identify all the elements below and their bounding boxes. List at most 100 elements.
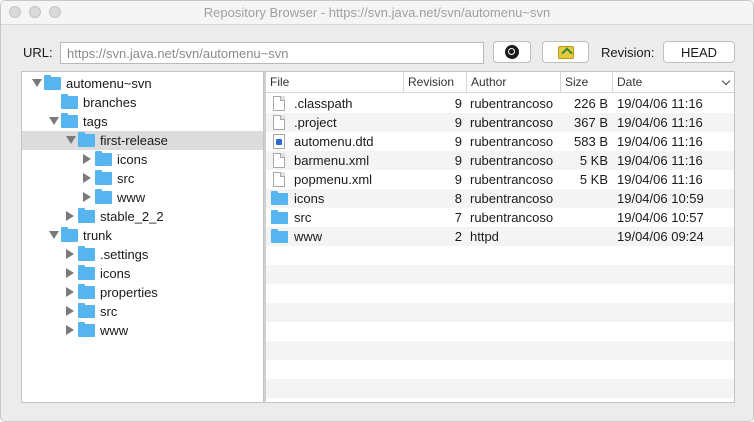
empty-row	[266, 379, 734, 398]
file-revision: 9	[454, 153, 462, 168]
file-author: rubentrancoso	[470, 210, 554, 225]
tree-item[interactable]: src	[22, 302, 263, 321]
file-row[interactable]: www 2 httpd 19/04/06 09:24	[266, 227, 734, 246]
disclosure-expanded-icon[interactable]	[66, 136, 76, 144]
empty-row	[266, 265, 734, 284]
tree-item-label: branches	[83, 95, 137, 110]
tree-item[interactable]: tags	[22, 112, 263, 131]
column-header-revision[interactable]: Revision	[404, 72, 467, 93]
disclosure-collapsed-icon[interactable]	[83, 192, 91, 202]
disclosure-collapsed-icon[interactable]	[66, 249, 74, 259]
column-header-date-label: Date	[617, 75, 643, 89]
file-name: src	[294, 210, 312, 225]
minimize-window-button[interactable]	[29, 6, 41, 18]
search-button[interactable]	[493, 41, 531, 63]
file-date: 19/04/06 09:24	[617, 229, 704, 244]
file-row[interactable]: automenu.dtd 9 rubentrancoso 583 B 19/04/06 …	[266, 132, 734, 151]
column-header-file[interactable]: File	[266, 72, 404, 93]
close-window-button[interactable]	[9, 6, 21, 18]
document-icon	[273, 172, 285, 187]
file-row[interactable]: .project 9 rubentrancoso 367 B 19/04/06 11:1…	[266, 113, 734, 132]
url-input[interactable]	[60, 42, 484, 64]
disclosure-collapsed-icon[interactable]	[66, 268, 74, 278]
tree-item[interactable]: icons	[22, 150, 263, 169]
file-date: 19/04/06 11:16	[617, 96, 703, 111]
folder-icon	[61, 227, 78, 242]
file-list[interactable]: File Revision Author Size Date .classpat…	[266, 71, 735, 403]
folder-icon	[78, 246, 95, 261]
disclosure-expanded-icon[interactable]	[32, 79, 42, 87]
tree-item[interactable]: .settings	[22, 245, 263, 264]
tree-item[interactable]: src	[22, 169, 263, 188]
file-author: rubentrancoso	[470, 115, 554, 130]
file-size: 226 B	[574, 96, 608, 111]
file-size: 5 KB	[579, 172, 608, 187]
tree-item[interactable]: properties	[22, 283, 263, 302]
empty-row	[266, 284, 734, 303]
file-list-header: File Revision Author Size Date	[266, 72, 734, 93]
disclosure-expanded-icon[interactable]	[49, 231, 59, 239]
disclosure-collapsed-icon[interactable]	[66, 211, 74, 221]
file-row[interactable]: barmenu.xml 9 rubentrancoso 5 KB 19/04/06 11…	[266, 151, 734, 170]
tree-item-label: stable_2_2	[100, 209, 164, 224]
tree-item[interactable]: stable_2_2	[22, 207, 263, 226]
tree-item-label: www	[100, 323, 129, 338]
dtd-file-icon	[273, 134, 285, 149]
folder-icon	[78, 303, 95, 318]
file-row[interactable]: .classpath 9 rubentrancoso 226 B 19/04/06 11…	[266, 94, 734, 113]
zoom-window-button[interactable]	[49, 6, 61, 18]
file-name: www	[294, 229, 323, 244]
document-icon	[273, 153, 285, 168]
disclosure-collapsed-icon[interactable]	[83, 173, 91, 183]
empty-row	[266, 303, 734, 322]
file-revision: 7	[454, 210, 462, 225]
empty-row	[266, 322, 734, 341]
open-button[interactable]	[542, 41, 589, 63]
document-icon	[273, 115, 285, 130]
disclosure-collapsed-icon[interactable]	[66, 325, 74, 335]
file-date: 19/04/06 10:59	[617, 191, 704, 206]
toolbar: URL: Revision: HEAD	[1, 41, 753, 65]
revision-label: Revision:	[601, 45, 655, 60]
file-row[interactable]: popmenu.xml 9 rubentrancoso 5 KB 19/04/06 11…	[266, 170, 734, 189]
file-date: 19/04/06 11:16	[617, 115, 703, 130]
file-author: httpd	[470, 229, 499, 244]
url-label: URL:	[23, 45, 53, 60]
repository-tree[interactable]: automenu~svn branches tags first-release ico…	[21, 71, 264, 403]
tree-item[interactable]: automenu~svn	[22, 74, 263, 93]
file-revision: 9	[454, 115, 462, 130]
tree-item[interactable]: branches	[22, 93, 263, 112]
file-revision: 9	[454, 96, 462, 111]
tree-item-label: icons	[100, 266, 131, 281]
folder-icon	[78, 132, 95, 147]
empty-row	[266, 360, 734, 379]
file-author: rubentrancoso	[470, 172, 554, 187]
tree-item-label: www	[117, 190, 146, 205]
file-revision: 9	[454, 134, 462, 149]
file-name: automenu.dtd	[294, 134, 374, 149]
disclosure-expanded-icon[interactable]	[49, 117, 59, 125]
disclosure-collapsed-icon[interactable]	[66, 287, 74, 297]
tree-item[interactable]: trunk	[22, 226, 263, 245]
file-row[interactable]: icons 8 rubentrancoso 19/04/06 10:59	[266, 189, 734, 208]
revision-head-button[interactable]: HEAD	[663, 41, 735, 63]
tree-item-label: .settings	[100, 247, 149, 262]
file-name: barmenu.xml	[294, 153, 370, 168]
disclosure-collapsed-icon[interactable]	[66, 306, 74, 316]
folder-icon	[95, 189, 112, 204]
empty-row	[266, 341, 734, 360]
tree-item[interactable]: www	[22, 321, 263, 340]
column-header-date[interactable]: Date	[613, 72, 734, 93]
disclosure-collapsed-icon[interactable]	[83, 154, 91, 164]
tree-item[interactable]: www	[22, 188, 263, 207]
folder-icon	[95, 151, 112, 166]
tree-item[interactable]: first-release	[22, 131, 263, 150]
column-header-size[interactable]: Size	[561, 72, 613, 93]
tree-item-label: first-release	[100, 133, 168, 148]
tree-item[interactable]: icons	[22, 264, 263, 283]
file-revision: 8	[454, 191, 462, 206]
column-header-author[interactable]: Author	[467, 72, 561, 93]
file-row[interactable]: src 7 rubentrancoso 19/04/06 10:57	[266, 208, 734, 227]
file-author: rubentrancoso	[470, 134, 554, 149]
file-date: 19/04/06 11:16	[617, 172, 703, 187]
